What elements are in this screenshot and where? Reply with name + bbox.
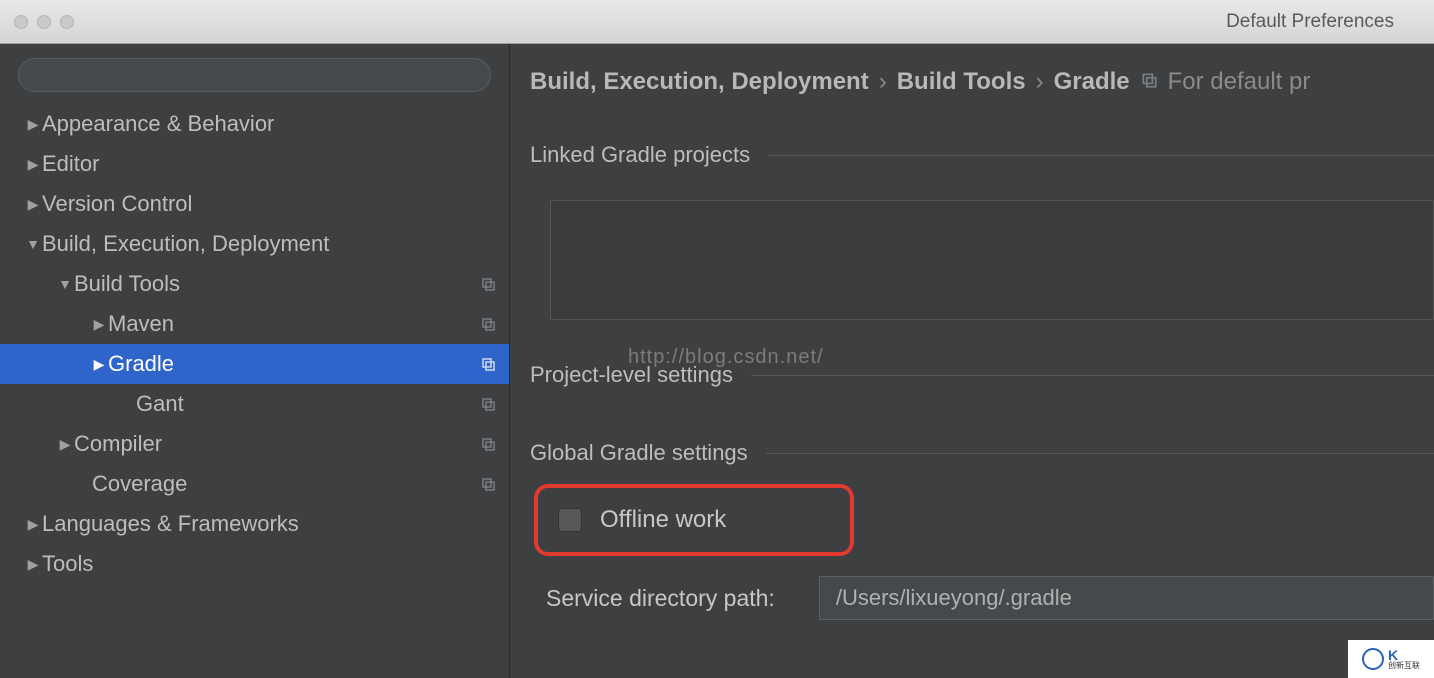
- project-scope-icon: [1140, 68, 1158, 96]
- breadcrumb-trail: For default pr: [1168, 68, 1311, 96]
- search-wrap: [0, 58, 509, 104]
- chevron-down-icon: ▼: [24, 236, 42, 252]
- chevron-right-icon: ▶: [24, 156, 42, 173]
- main: ▶Appearance & Behavior ▶Editor ▶Version …: [0, 44, 1434, 678]
- project-scope-icon: [479, 315, 497, 333]
- search-input[interactable]: [18, 58, 491, 92]
- chevron-right-icon: ▶: [24, 116, 42, 133]
- chevron-right-icon: ›: [1036, 68, 1044, 96]
- service-directory-row: Service directory path:: [530, 576, 1434, 620]
- logo-icon: [1362, 648, 1384, 670]
- tree-item-gradle[interactable]: ▶Gradle: [0, 344, 509, 384]
- tree-item-build-execution-deployment[interactable]: ▼Build, Execution, Deployment: [0, 224, 509, 264]
- chevron-right-icon: ›: [879, 68, 887, 96]
- zoom-window-button[interactable]: [60, 15, 74, 29]
- tree-item-maven[interactable]: ▶Maven: [0, 304, 509, 344]
- minimize-window-button[interactable]: [37, 15, 51, 29]
- tree-item-languages[interactable]: ▶Languages & Frameworks: [0, 504, 509, 544]
- breadcrumb-seg: Build, Execution, Deployment: [530, 68, 869, 96]
- divider: [768, 155, 1434, 156]
- window-controls: [14, 15, 74, 29]
- tree-item-vcs[interactable]: ▶Version Control: [0, 184, 509, 224]
- project-scope-icon: [479, 275, 497, 293]
- chevron-right-icon: ▶: [24, 196, 42, 213]
- chevron-right-icon: ▶: [90, 316, 108, 333]
- offline-work-label: Offline work: [600, 506, 726, 534]
- titlebar: Default Preferences: [0, 0, 1434, 44]
- chevron-down-icon: ▼: [56, 276, 74, 292]
- chevron-right-icon: ▶: [24, 516, 42, 533]
- tree-item-gant[interactable]: Gant: [0, 384, 509, 424]
- tree-item-build-tools[interactable]: ▼Build Tools: [0, 264, 509, 304]
- project-scope-icon: [479, 355, 497, 373]
- content-panel: Build, Execution, Deployment › Build Too…: [510, 44, 1434, 678]
- tree-item-compiler[interactable]: ▶Compiler: [0, 424, 509, 464]
- project-scope-icon: [479, 395, 497, 413]
- sidebar: ▶Appearance & Behavior ▶Editor ▶Version …: [0, 44, 510, 678]
- tree-item-appearance[interactable]: ▶Appearance & Behavior: [0, 104, 509, 144]
- offline-work-highlight: Offline work: [534, 484, 854, 556]
- project-scope-icon: [479, 435, 497, 453]
- settings-tree: ▶Appearance & Behavior ▶Editor ▶Version …: [0, 104, 509, 584]
- section-linked-projects: Linked Gradle projects: [530, 142, 1434, 168]
- logo-badge: K 创新互联: [1348, 640, 1434, 678]
- chevron-right-icon: ▶: [56, 436, 74, 453]
- linked-projects-list[interactable]: [550, 200, 1434, 320]
- divider: [751, 375, 1434, 376]
- tree-item-coverage[interactable]: Coverage: [0, 464, 509, 504]
- project-scope-icon: [479, 475, 497, 493]
- breadcrumb-seg: Build Tools: [897, 68, 1026, 96]
- breadcrumb: Build, Execution, Deployment › Build Too…: [530, 68, 1434, 96]
- chevron-right-icon: ▶: [90, 356, 108, 373]
- tree-item-tools[interactable]: ▶Tools: [0, 544, 509, 584]
- breadcrumb-seg: Gradle: [1054, 68, 1130, 96]
- section-global-settings: Global Gradle settings: [530, 440, 1434, 466]
- window-title: Default Preferences: [1226, 11, 1394, 33]
- service-directory-input[interactable]: [819, 576, 1434, 620]
- service-directory-label: Service directory path:: [530, 585, 775, 612]
- chevron-right-icon: ▶: [24, 556, 42, 573]
- close-window-button[interactable]: [14, 15, 28, 29]
- offline-work-checkbox[interactable]: [558, 508, 582, 532]
- section-project-level: Project-level settings: [530, 362, 1434, 388]
- tree-item-editor[interactable]: ▶Editor: [0, 144, 509, 184]
- divider: [766, 453, 1434, 454]
